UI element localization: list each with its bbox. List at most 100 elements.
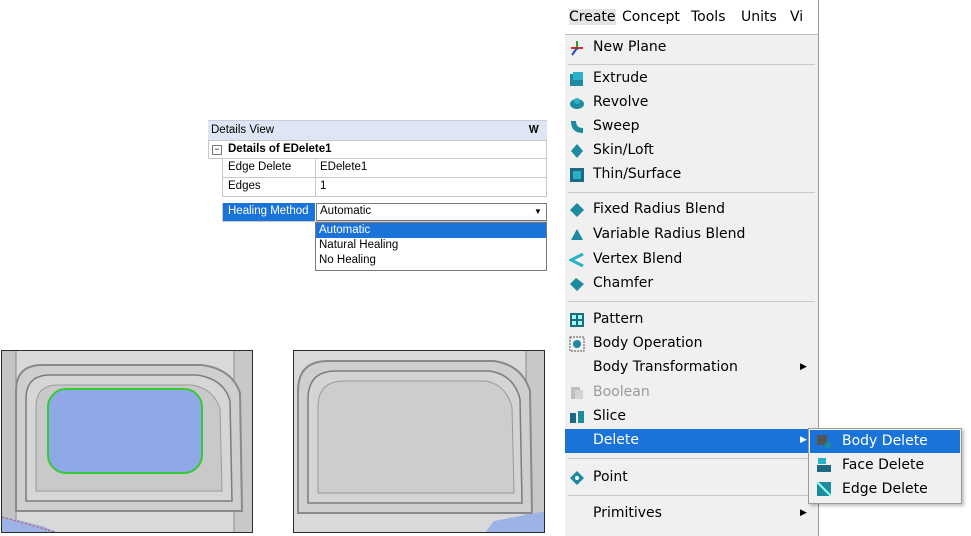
create-menu: Create Concept Tools Units Vi New Plane … [565,0,819,536]
menu-separator [568,458,815,459]
body-delete-icon [817,435,832,449]
vertex-blend-icon [569,252,584,268]
healing-method-select[interactable]: Automatic ▼ [316,203,547,221]
option-no-healing[interactable]: No Healing [316,253,546,268]
submenu-arrow-icon: ▶ [800,362,807,372]
healing-method-options[interactable]: Automatic Natural Healing No Healing [315,222,547,271]
menu-item-skin-loft[interactable]: Skin/Loft [565,139,818,163]
menu-label: Revolve [593,94,649,110]
submenu-arrow-icon: ▶ [800,435,807,445]
menu-label: Sweep [593,118,640,134]
menu-label: Body Delete [842,433,928,449]
menu-separator [568,64,815,65]
menu-label: Body Operation [593,335,703,351]
details-view-header: Details View 𝐖 [208,120,547,140]
menu-item-face-delete[interactable]: Face Delete [810,454,960,477]
point-icon [570,471,584,485]
property-value: EDelete1 [320,161,368,173]
menu-item-thin-surface[interactable]: Thin/Surface [565,163,818,187]
property-key: Edge Delete [228,161,292,173]
extrude-icon [570,72,583,86]
menu-label: Boolean [593,384,650,400]
property-key: Edges [228,180,261,192]
details-view-panel: Details View 𝐖 − Details of EDelete1 Edg… [208,120,547,272]
menu-label: Fixed Radius Blend [593,201,725,217]
healing-method-value: Automatic [320,205,372,217]
details-group-title: Details of EDelete1 [228,143,332,155]
menu-label: Face Delete [842,457,925,473]
menu-item-chamfer[interactable]: Chamfer [565,272,818,296]
menu-view[interactable]: Vi [790,9,803,25]
column-divider [315,159,316,177]
menu-label: Vertex Blend [593,251,683,267]
menu-concept[interactable]: Concept [622,9,680,25]
menu-item-slice[interactable]: Slice [565,405,818,429]
menu-item-body-operation[interactable]: Body Operation [565,332,818,356]
menu-label: Extrude [593,70,648,86]
fixed-radius-blend-icon [570,203,584,217]
menu-item-sweep[interactable]: Sweep [565,115,818,139]
menu-label: Primitives [593,505,662,521]
menu-units[interactable]: Units [741,9,777,25]
menu-item-boolean[interactable]: Boolean [565,381,818,405]
menu-item-vertex-blend[interactable]: Vertex Blend [565,248,818,272]
menu-label: Slice [593,408,626,424]
menu-label: Pattern [593,311,644,327]
property-row-edge-delete[interactable]: Edge Delete EDelete1 [222,159,547,178]
thin-surface-icon [570,168,584,182]
menu-item-variable-radius-blend[interactable]: Variable Radius Blend [565,223,818,247]
pin-icon[interactable]: 𝐖 [528,121,539,140]
menu-item-edge-delete[interactable]: Edge Delete [810,478,960,501]
skin-loft-icon [571,144,583,158]
menu-separator [568,192,815,193]
menu-label: Thin/Surface [593,166,682,182]
menu-label: New Plane [593,39,667,55]
menu-item-point[interactable]: Point [565,466,818,490]
menu-item-new-plane[interactable]: New Plane [565,36,818,60]
option-natural-healing[interactable]: Natural Healing [316,238,546,253]
menu-item-body-delete[interactable]: Body Delete [810,430,960,453]
menu-separator [568,495,815,496]
slice-icon [570,411,584,423]
property-value: 1 [320,180,327,192]
variable-radius-blend-icon [571,229,583,240]
menu-item-extrude[interactable]: Extrude [565,67,818,91]
selected-face [47,388,203,474]
collapse-icon[interactable]: − [212,145,222,155]
model-viewport-before[interactable] [1,350,253,533]
property-key: Healing Method [228,205,309,217]
option-automatic[interactable]: Automatic [316,223,546,238]
menu-item-revolve[interactable]: Revolve [565,91,818,115]
menu-label: Delete [593,432,639,448]
menu-item-body-transformation[interactable]: Body Transformation ▶ [565,356,818,380]
menu-item-delete[interactable]: Delete ▶ [565,429,818,453]
delete-submenu: Body Delete Face Delete Edge Delete [808,428,962,504]
submenu-arrow-icon: ▶ [800,508,807,518]
model-viewport-after[interactable] [293,350,545,533]
column-divider [315,178,316,196]
menu-item-primitives[interactable]: Primitives ▶ [565,502,818,526]
menu-create[interactable]: Create [569,9,616,25]
dropdown-arrow-icon[interactable]: ▼ [531,205,545,219]
menu-label: Point [593,469,628,485]
face-delete-icon [817,458,831,472]
menu-tools[interactable]: Tools [691,9,726,25]
details-view-title: Details View [211,124,275,136]
create-menu-items: New Plane Extrude Revolve Sweep Skin/Lof… [565,34,818,536]
model-graphic-after [294,351,544,532]
property-row-healing-method[interactable]: Healing Method Automatic ▼ [222,203,547,222]
body-operation-icon [569,336,585,352]
pattern-icon [570,313,584,327]
new-plane-icon [571,41,583,56]
menu-item-fixed-radius-blend[interactable]: Fixed Radius Blend [565,198,818,222]
menu-label: Variable Radius Blend [593,226,746,242]
menu-item-pattern[interactable]: Pattern [565,308,818,332]
chamfer-icon [570,278,584,291]
details-group-row[interactable]: − Details of EDelete1 [208,140,547,159]
menu-bar: Create Concept Tools Units Vi [565,0,818,35]
menu-separator [568,301,815,302]
edge-delete-icon [816,481,832,497]
menu-label: Body Transformation [593,359,738,375]
menu-label: Chamfer [593,275,654,291]
property-row-edges[interactable]: Edges 1 [222,178,547,197]
